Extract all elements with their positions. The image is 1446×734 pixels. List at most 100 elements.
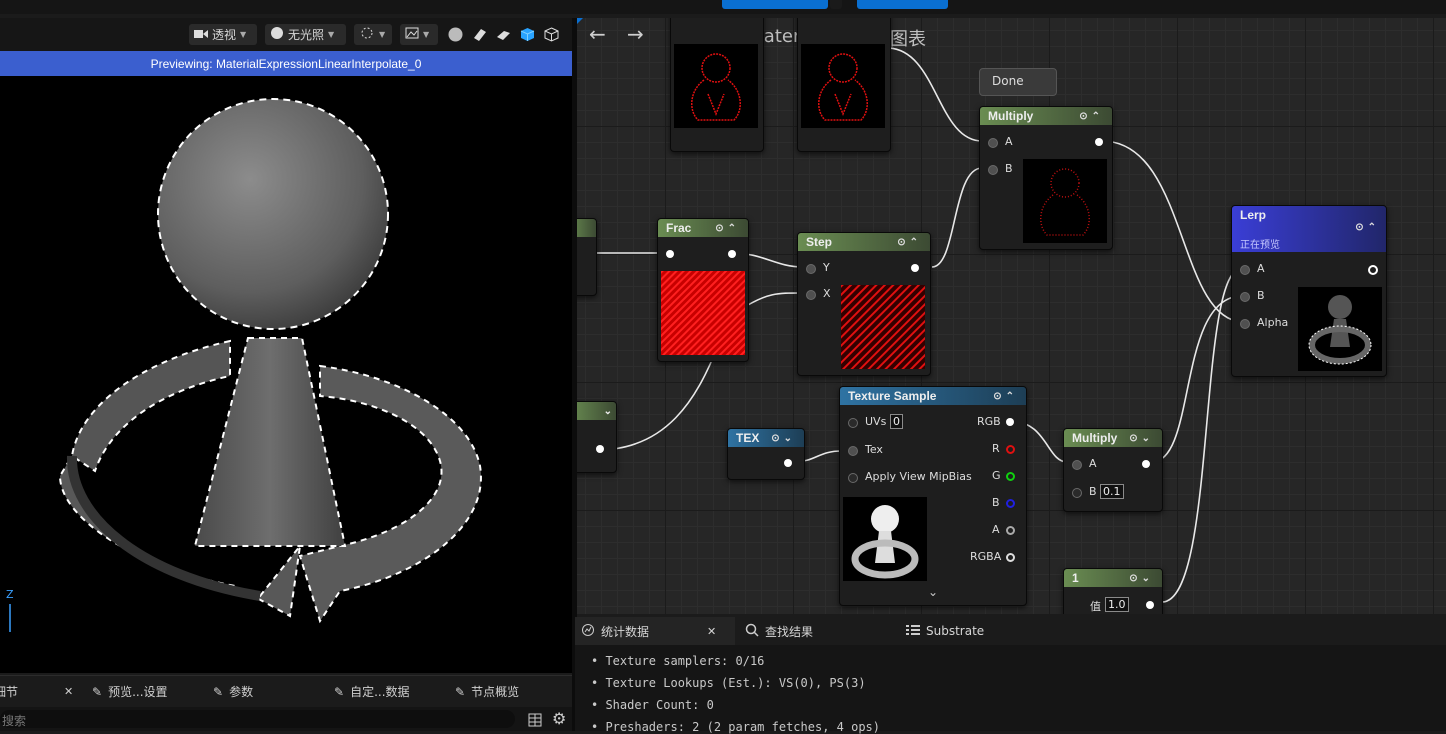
node-preview-thumbnail [1298,287,1382,371]
tab-node-overview[interactable]: ✎ 节点概览 [455,676,519,707]
output-pin[interactable] [911,264,919,272]
node-header: Texture Sample ⊙⌃ [840,387,1026,405]
input-pin-b[interactable] [1072,488,1082,498]
pin-y-label: Y [823,261,830,274]
input-pin[interactable] [666,250,674,258]
input-pin-uvs[interactable] [848,418,858,428]
node-controls-icon[interactable]: ⊙⌃ [897,237,922,248]
node-length-partial[interactable] [670,18,764,152]
back-arrow-icon[interactable]: ← [589,22,606,46]
node-controls-icon[interactable]: ⊙⌃ [993,391,1018,402]
input-pin-tex[interactable] [848,446,858,456]
node-partial-left-2[interactable]: ⌄ [577,401,617,473]
lighting-dropdown[interactable]: 无光照 ▼ [265,24,346,45]
show-flags-dropdown[interactable]: ▼ [354,24,392,45]
node-controls-icon[interactable]: ⊙⌃ [1079,111,1104,122]
sparkle-icon [359,26,375,43]
node-controls-icon[interactable]: ⊙⌃ [1355,222,1380,233]
done-label: Done [992,74,1024,88]
node-preview-thumbnail [841,285,925,369]
node-tex[interactable]: TEX ⊙⌄ [727,428,805,480]
node-step[interactable]: Step ⊙⌃ Y X [797,232,931,376]
toolbar-blue-button-2[interactable] [857,0,948,9]
node-preview-thumbnail [843,497,927,581]
output-pin[interactable] [784,459,792,467]
b-value-field[interactable]: 0.1 [1100,484,1124,499]
node-controls-icon[interactable]: ⊙⌃ [715,223,740,234]
constant-value-field[interactable]: 1.0 [1105,597,1129,612]
uvs-value-field[interactable]: 0 [890,414,903,429]
output-pin[interactable] [1095,138,1103,146]
input-pin-b[interactable] [988,165,998,175]
node-controls-icon[interactable]: ⊙⌄ [771,433,796,444]
material-graph[interactable]: ← → NewMaterial1 > 材质图表 Done Multiply⊙⌃ … [577,18,1446,614]
output-pin-b[interactable] [1006,499,1015,508]
tab-preview-settings[interactable]: ✎ 预览...设置 [92,676,168,707]
output-pin-g[interactable] [1006,472,1015,481]
close-icon[interactable]: ✕ [64,685,73,698]
material-preview-viewport[interactable]: Z [0,76,572,673]
output-pin[interactable] [1142,460,1150,468]
input-pin-a[interactable] [1240,265,1250,275]
output-pin-rgb[interactable] [1006,418,1014,426]
node-multiply-bottom[interactable]: Multiply ⊙⌄ A B 0.1 [1063,428,1163,512]
done-comment-bubble[interactable]: Done [979,68,1057,96]
output-pin-r[interactable] [1006,445,1015,454]
preview-sphere-icon[interactable] [448,27,463,42]
grid-view-icon[interactable] [528,712,542,731]
tab-find-results-label: 查找结果 [765,624,814,639]
tab-custom-data[interactable]: ✎ 自定...数据 [334,676,410,707]
preview-mesh-render: Z [6,98,482,632]
tab-details[interactable]: 细节 ✕ [0,676,73,707]
preview-cube-icon[interactable] [520,27,535,42]
preview-cylinder-icon[interactable] [472,27,487,42]
perspective-dropdown[interactable]: 透视 ▼ [189,24,257,45]
pin-uvs-label: UVs [865,415,887,428]
input-pin-alpha[interactable] [1240,319,1250,329]
output-pin[interactable] [728,250,736,258]
node-preview-thumbnail [674,44,758,128]
tab-parameters[interactable]: ✎ 参数 [213,676,253,707]
output-pin[interactable] [596,445,604,453]
output-pin[interactable] [1368,265,1378,275]
input-pin-mip[interactable] [848,473,858,483]
input-pin-y[interactable] [806,264,816,274]
pencil-icon: ✎ [92,684,103,699]
preview-banner: Previewing: MaterialExpressionLinearInte… [0,51,572,76]
node-texture-sample[interactable]: Texture Sample ⊙⌃ UVs 0 Tex Apply View Mi… [839,386,1027,606]
tab-substrate[interactable]: Substrate [906,617,984,645]
tab-stats[interactable]: 统计数据 ✕ [575,617,735,645]
input-pin-a[interactable] [988,138,998,148]
lighting-label: 无光照 [288,28,325,42]
search-input[interactable]: 搜索 [0,710,515,728]
output-pin-rgba[interactable] [1006,553,1015,562]
close-icon[interactable]: ✕ [707,625,716,638]
node-multiply-top[interactable]: Multiply ⊙⌃ A B [979,106,1113,250]
pencil-icon: ✎ [213,684,224,699]
input-pin-a[interactable] [1072,460,1082,470]
stat-text: Preshaders: 2 (2 param fetches, 4 ops) [605,720,880,734]
expand-chevron-icon[interactable]: ⌄ [928,585,938,599]
node-preview-thumbnail [801,44,885,128]
node-lerp[interactable]: Lerp ⊙⌃ 正在预览 A B Alpha [1231,205,1387,377]
output-pin[interactable] [1146,601,1154,609]
node-constant[interactable]: 1 ⊙⌄ 值 1.0 [1063,568,1163,614]
input-pin-x[interactable] [806,290,816,300]
view-mode-dropdown[interactable]: ▼ [400,24,438,45]
toolbar-blue-button[interactable] [722,0,828,9]
chevron-down-icon[interactable]: ⌄ [604,406,612,417]
forward-arrow-icon[interactable]: → [627,22,644,46]
output-pin-a[interactable] [1006,526,1015,535]
tab-find-results[interactable]: 查找结果 [745,617,813,645]
node-partial-left[interactable] [577,218,597,296]
node-controls-icon[interactable]: ⊙⌄ [1129,433,1154,444]
node-frac[interactable]: Frac ⊙⌃ [657,218,749,362]
preview-plane-icon[interactable] [496,27,511,42]
preview-mesh-icon[interactable] [544,27,559,42]
node-controls-icon[interactable]: ⊙⌄ [1129,573,1154,584]
toolbar-dropdown-button[interactable] [830,0,842,9]
input-pin-b[interactable] [1240,292,1250,302]
node-saturate-partial[interactable] [797,18,891,152]
gear-icon[interactable]: ⚙ [552,709,566,728]
tab-stats-label: 统计数据 [601,624,650,639]
